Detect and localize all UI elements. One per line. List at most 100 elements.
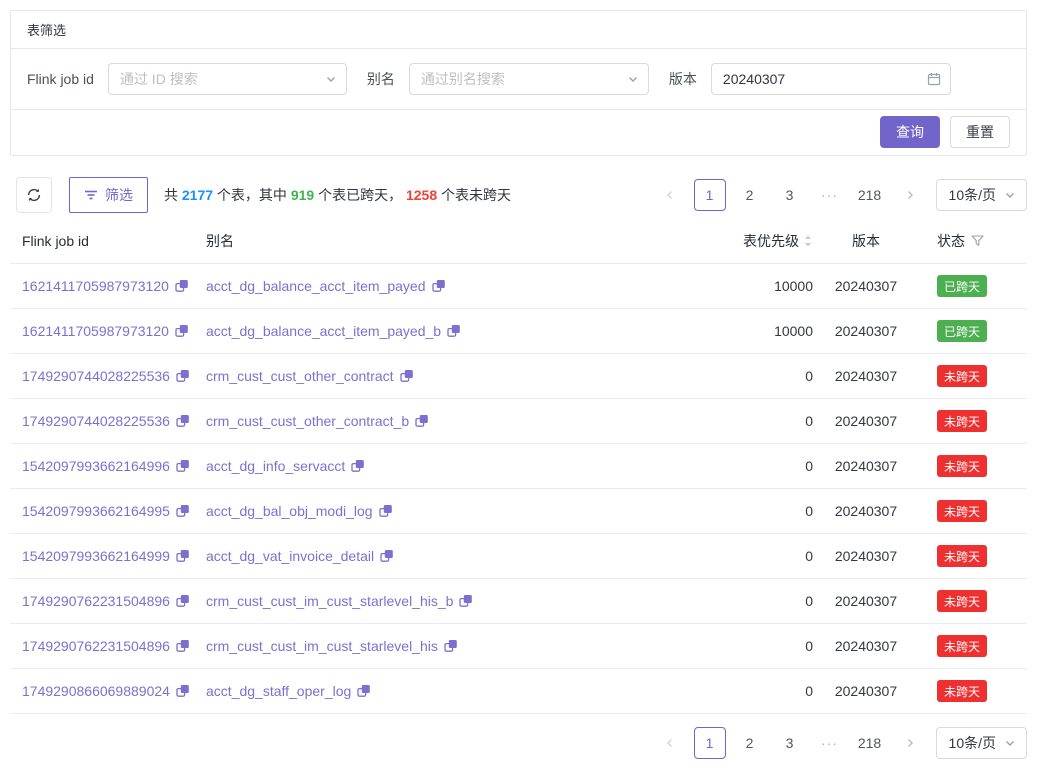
flink-job-id-link[interactable]: 1749290762231504896 — [22, 638, 170, 654]
flink-job-id-link[interactable]: 1621411705987973120 — [22, 323, 169, 339]
sort-icon[interactable] — [803, 233, 813, 249]
pagination-next-button[interactable] — [894, 179, 926, 211]
flink-job-id-link[interactable]: 1542097993662164995 — [22, 503, 170, 519]
copy-icon[interactable] — [415, 414, 429, 428]
copy-icon[interactable] — [432, 279, 446, 293]
priority-value: 0 — [805, 458, 813, 474]
cell-priority: 0 — [683, 548, 813, 564]
table-row: 1542097993662164999 acct_dg_vat_invoice_… — [10, 534, 1027, 579]
copy-icon[interactable] — [175, 324, 189, 338]
pagination-ellipsis[interactable]: ··· — [814, 179, 846, 211]
copy-icon[interactable] — [176, 504, 190, 518]
cell-alias: acct_dg_vat_invoice_detail — [206, 548, 683, 564]
flink-job-id-select[interactable]: 通过 ID 搜索 — [108, 63, 347, 95]
copy-icon[interactable] — [444, 639, 458, 653]
copy-icon[interactable] — [176, 684, 190, 698]
alias-link[interactable]: crm_cust_cust_other_contract_b — [206, 413, 409, 429]
copy-icon[interactable] — [176, 369, 190, 383]
field-alias: 别名 通过别名搜索 — [367, 63, 649, 95]
alias-link[interactable]: crm_cust_cust_im_cust_starlevel_his — [206, 638, 438, 654]
alias-select[interactable]: 通过别名搜索 — [409, 63, 649, 95]
flink-job-id-link[interactable]: 1542097993662164996 — [22, 458, 170, 474]
copy-icon[interactable] — [379, 504, 393, 518]
page-button-3[interactable]: 3 — [774, 727, 806, 759]
table-row: 1542097993662164996 acct_dg_info_servacc… — [10, 444, 1027, 489]
flink-job-id-link[interactable]: 1749290744028225536 — [22, 368, 170, 384]
summary-seg2: 个表已跨天， — [314, 187, 406, 203]
cell-status: 未跨天 — [919, 545, 1027, 567]
version-value: 20240307 — [723, 71, 785, 87]
page-button-2[interactable]: 2 — [734, 727, 766, 759]
copy-icon[interactable] — [380, 549, 394, 563]
copy-icon[interactable] — [357, 684, 371, 698]
cell-priority: 10000 — [683, 323, 813, 339]
flink-job-id-link[interactable]: 1621411705987973120 — [22, 278, 169, 294]
version-value: 20240307 — [835, 278, 897, 294]
status-badge: 已跨天 — [937, 320, 987, 342]
cell-status: 未跨天 — [919, 635, 1027, 657]
header-version: 版本 — [813, 231, 919, 251]
alias-link[interactable]: acct_dg_info_servacct — [206, 458, 345, 474]
header-alias: 别名 — [206, 231, 683, 251]
version-date-input[interactable]: 20240307 — [711, 63, 951, 95]
alias-link[interactable]: acct_dg_balance_acct_item_payed_b — [206, 323, 441, 339]
alias-link[interactable]: acct_dg_vat_invoice_detail — [206, 548, 374, 564]
page-button-218[interactable]: 218 — [854, 727, 886, 759]
page-button-2[interactable]: 2 — [734, 179, 766, 211]
cell-flink-job-id: 1749290762231504896 — [10, 593, 206, 609]
pagination-ellipsis[interactable]: ··· — [814, 727, 846, 759]
page-button-1[interactable]: 1 — [694, 727, 726, 759]
copy-icon[interactable] — [176, 549, 190, 563]
cell-alias: crm_cust_cust_im_cust_starlevel_his_b — [206, 593, 683, 609]
copy-icon[interactable] — [176, 414, 190, 428]
filter-panel: 表筛选 Flink job id 通过 ID 搜索 别名 通过别名搜索 — [10, 10, 1027, 156]
alias-link[interactable]: acct_dg_bal_obj_modi_log — [206, 503, 373, 519]
page-button-218[interactable]: 218 — [854, 179, 886, 211]
chevron-down-icon — [325, 73, 337, 85]
funnel-filter-icon[interactable] — [971, 235, 984, 247]
copy-icon[interactable] — [176, 639, 190, 653]
page-size-label: 10条/页 — [949, 185, 996, 205]
cell-priority: 0 — [683, 638, 813, 654]
flink-job-id-link[interactable]: 1542097993662164999 — [22, 548, 170, 564]
cell-version: 20240307 — [813, 323, 919, 339]
pagination-prev-button[interactable] — [654, 179, 686, 211]
page-size-label: 10条/页 — [949, 733, 996, 753]
copy-icon[interactable] — [176, 459, 190, 473]
page-size-select[interactable]: 10条/页 — [936, 179, 1027, 211]
refresh-icon — [26, 187, 42, 203]
flink-job-id-link[interactable]: 1749290744028225536 — [22, 413, 170, 429]
cell-version: 20240307 — [813, 368, 919, 384]
flink-job-id-link[interactable]: 1749290762231504896 — [22, 593, 170, 609]
alias-link[interactable]: acct_dg_balance_acct_item_payed — [206, 278, 426, 294]
copy-icon[interactable] — [175, 279, 189, 293]
page-button-3[interactable]: 3 — [774, 179, 806, 211]
alias-link[interactable]: crm_cust_cust_other_contract — [206, 368, 394, 384]
pagination-prev-button[interactable] — [654, 727, 686, 759]
cell-priority: 0 — [683, 368, 813, 384]
header-flink-job-id-label: Flink job id — [22, 233, 89, 249]
pagination-next-button[interactable] — [894, 727, 926, 759]
cell-status: 未跨天 — [919, 410, 1027, 432]
refresh-button[interactable] — [16, 177, 52, 213]
summary-crossed-count: 919 — [291, 187, 314, 203]
page-size-select[interactable]: 10条/页 — [936, 727, 1027, 759]
copy-icon[interactable] — [459, 594, 473, 608]
copy-icon[interactable] — [351, 459, 365, 473]
copy-icon[interactable] — [176, 594, 190, 608]
copy-icon[interactable] — [447, 324, 461, 338]
reset-button[interactable]: 重置 — [950, 116, 1010, 148]
header-status-label: 状态 — [937, 231, 965, 251]
filter-toggle-button[interactable]: 筛选 — [69, 177, 148, 213]
page-button-1[interactable]: 1 — [694, 179, 726, 211]
alias-link[interactable]: crm_cust_cust_im_cust_starlevel_his_b — [206, 593, 453, 609]
alias-link[interactable]: acct_dg_staff_oper_log — [206, 683, 351, 699]
table-row: 1749290762231504896 crm_cust_cust_im_cus… — [10, 579, 1027, 624]
copy-icon[interactable] — [400, 369, 414, 383]
flink-job-id-link[interactable]: 1749290866069889024 — [22, 683, 170, 699]
cell-version: 20240307 — [813, 683, 919, 699]
search-button[interactable]: 查询 — [880, 116, 940, 148]
results-table: Flink job id 别名 表优先级 版本 状态 1621411705987… — [10, 219, 1027, 714]
bottom-bar: 123···218 10条/页 — [10, 727, 1027, 759]
cell-alias: acct_dg_staff_oper_log — [206, 683, 683, 699]
